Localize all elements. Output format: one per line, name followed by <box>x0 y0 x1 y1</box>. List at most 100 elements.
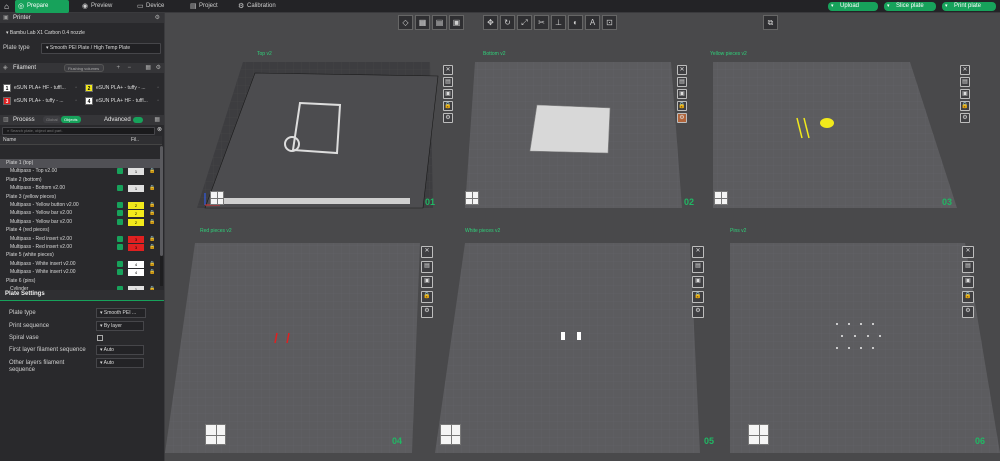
plate-3-orient-icon[interactable]: ▣ <box>960 89 970 99</box>
filament-select[interactable]: 1 <box>128 185 144 193</box>
edit-icon[interactable]: ▫ <box>157 96 159 107</box>
filament-item-1[interactable]: 1 eSUN PLA+ HF - tuffl... ▫ <box>3 83 78 94</box>
plate-1-arrange-icon[interactable]: ▤ <box>443 77 453 87</box>
plate-5-orient-icon[interactable]: ▣ <box>692 276 704 288</box>
plate-5-grid <box>435 243 700 453</box>
plate-2-orient-icon[interactable]: ▣ <box>677 89 687 99</box>
remove-icon[interactable]: − <box>127 63 131 73</box>
tab-calibration[interactable]: ⚙ Calibration <box>235 0 290 13</box>
search-input[interactable]: ⌕ Search plate, object and part. <box>2 127 155 135</box>
filament-item-4[interactable]: 4 eSUN PLA+ HF - tuffl... ▫ <box>85 96 160 107</box>
plate-3-arrange-icon[interactable]: ▤ <box>960 77 970 87</box>
plate-2-label: Bottom v2 <box>483 51 506 57</box>
tab-device[interactable]: ▭ Device <box>134 0 179 13</box>
plate-4-arrange-icon[interactable]: ▤ <box>421 261 433 273</box>
section-title: Process <box>13 117 35 123</box>
spiral-vase-checkbox[interactable] <box>97 335 103 341</box>
plate-3-settings-icon[interactable]: ⚙ <box>960 113 970 123</box>
plate-4-settings-icon[interactable]: ⚙ <box>421 306 433 318</box>
plate-3-lock-icon[interactable]: 🔒 <box>960 101 970 111</box>
plate-2-settings-icon[interactable]: ⚙ <box>677 113 687 123</box>
setting-select[interactable]: ▾ Auto <box>96 345 144 355</box>
plate-6-arrange-icon[interactable]: ▤ <box>962 261 974 273</box>
plate-5-arrange-icon[interactable]: ▤ <box>692 261 704 273</box>
tab-project[interactable]: ▤ Project <box>187 0 232 13</box>
plate-4-close-icon[interactable]: ✕ <box>421 246 433 258</box>
filament-select[interactable]: 2 <box>128 218 144 226</box>
filament-select[interactable]: 1 <box>128 168 144 176</box>
plate-6-close-icon[interactable]: ✕ <box>962 246 974 258</box>
objects-toggle[interactable]: Objects <box>61 116 81 123</box>
3d-viewport[interactable]: ◇ ▦ ▤ ▣ ✥ ↻ ⤢ ✂ ⊥ ◐ A ⊡ ⧉ Top v2 Bottom … <box>165 13 1000 461</box>
plate-4-orient-icon[interactable]: ▣ <box>421 276 433 288</box>
plate-6-settings-icon[interactable]: ⚙ <box>962 306 974 318</box>
setting-select[interactable]: ▾ By layer <box>96 321 144 331</box>
slice-plate-button[interactable]: ▾ Slice plate <box>884 2 936 11</box>
checkbox[interactable] <box>117 269 123 276</box>
plate-6-orient-icon[interactable]: ▣ <box>962 276 974 288</box>
settings-icon[interactable]: ⚙ <box>155 13 160 23</box>
setting-select[interactable]: ▾ Auto <box>96 358 144 368</box>
plate-1-lock-icon[interactable]: 🔒 <box>443 101 453 111</box>
plate-1-model-bar <box>220 198 410 204</box>
plate-5-close-icon[interactable]: ✕ <box>692 246 704 258</box>
print-plate-button[interactable]: ▾ Print plate <box>942 2 996 11</box>
filament-select[interactable]: 3 <box>128 244 144 251</box>
filament-number: 4 <box>85 96 93 105</box>
top-toolbar: ⌂ ◎ Prepare ◉ Preview ▭ Device ▤ Project ⚙ Ca… <box>0 0 1000 13</box>
settings-icon[interactable]: ⚙ <box>156 63 161 73</box>
setting-label: Other layers filament sequence <box>9 360 65 373</box>
checkbox[interactable] <box>117 202 123 208</box>
plate-1-close-icon[interactable]: ✕ <box>443 65 453 75</box>
scrollbar-thumb[interactable] <box>160 146 163 256</box>
object-list-scrollbar[interactable] <box>160 146 163 286</box>
row-label: Multipass - Yellow bar v2.00 <box>10 210 72 217</box>
setting-select[interactable]: ▾ Smooth PEI ... <box>96 308 146 318</box>
close-icon[interactable]: ⊗ <box>157 126 162 133</box>
checkbox[interactable] <box>117 218 123 225</box>
sync-icon[interactable]: ▦ <box>145 63 151 73</box>
checkbox[interactable] <box>117 168 123 175</box>
tab-prepare[interactable]: ◎ Prepare <box>15 0 69 13</box>
home-icon[interactable]: ⌂ <box>0 0 13 13</box>
checkbox[interactable] <box>117 185 123 192</box>
plate-2-close-icon[interactable]: ✕ <box>677 65 687 75</box>
filament-select[interactable]: 4 <box>128 260 144 268</box>
tab-preview[interactable]: ◉ Preview <box>79 0 129 13</box>
plate-settings-title: Plate Settings <box>5 291 45 297</box>
filament-select[interactable]: 3 <box>128 235 144 243</box>
filament-item-2[interactable]: 2 eSUN PLA+ - tuffy - ... ▫ <box>85 83 160 94</box>
calibration-icon: ⚙ <box>238 3 245 10</box>
flushing-volumes-button[interactable]: Flushing volumes <box>64 64 104 72</box>
plate-5-settings-icon[interactable]: ⚙ <box>692 306 704 318</box>
plate-3-close-icon[interactable]: ✕ <box>960 65 970 75</box>
plate-4-lock-icon[interactable]: 🔒 <box>421 291 433 303</box>
plate-2-lock-icon[interactable]: 🔒 <box>677 101 687 111</box>
setting-label: First layer filament sequence <box>9 347 86 353</box>
checkbox[interactable] <box>117 210 123 217</box>
filament-item-3[interactable]: 3 eSUN PLA+ - tuffy - ... ▫ <box>3 96 78 107</box>
edit-icon[interactable]: ▫ <box>157 83 159 94</box>
upload-button[interactable]: ▾ Upload <box>828 2 878 11</box>
advanced-toggle[interactable] <box>133 117 143 123</box>
filament-select[interactable]: 2 <box>128 210 144 218</box>
printer-select[interactable]: ▾ Bambu Lab X1 Carbon 0.4 nozzle <box>2 29 160 40</box>
settings-icon[interactable]: ▦ <box>154 115 160 125</box>
checkbox[interactable] <box>117 244 123 250</box>
plate-type-select[interactable]: ▾ Smooth PEI Plate / High Temp Plate <box>41 43 161 54</box>
plate-1-orient-icon[interactable]: ▣ <box>443 89 453 99</box>
edit-icon[interactable]: ▫ <box>75 83 77 94</box>
checkbox[interactable] <box>117 260 123 267</box>
global-toggle[interactable]: Global <box>43 116 61 123</box>
checkbox[interactable] <box>117 235 123 242</box>
plate-5-lock-icon[interactable]: 🔒 <box>692 291 704 303</box>
plate-2-arrange-icon[interactable]: ▤ <box>677 77 687 87</box>
filament-select[interactable]: 4 <box>128 269 144 277</box>
plate-1-settings-icon[interactable]: ⚙ <box>443 113 453 123</box>
add-icon[interactable]: + <box>116 63 120 73</box>
sidebar: ▣ Printer ⚙ ▾ Bambu Lab X1 Carbon 0.4 no… <box>0 13 165 461</box>
plate-6-lock-icon[interactable]: 🔒 <box>962 291 974 303</box>
chevron-down-icon: ▾ <box>887 3 890 9</box>
edit-icon[interactable]: ▫ <box>75 96 77 107</box>
filament-select[interactable]: 2 <box>128 202 144 209</box>
